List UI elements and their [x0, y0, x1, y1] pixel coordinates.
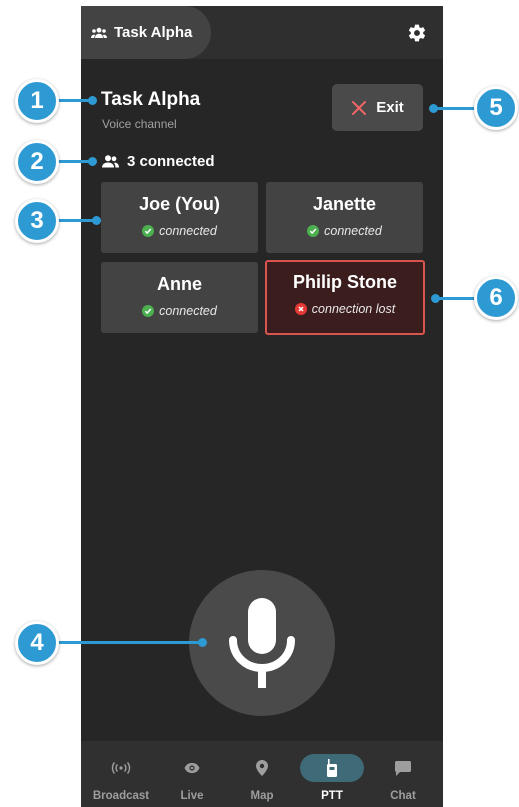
callout-dot [429, 104, 438, 113]
callout-5: 5 [474, 86, 518, 130]
nav-ptt[interactable]: PTT [296, 741, 368, 807]
nav-chat[interactable]: Chat [367, 741, 439, 807]
callout-1: 1 [15, 79, 59, 123]
participant-name: Philip Stone [292, 272, 397, 292]
walkie-talkie-icon [327, 759, 337, 777]
participant-status-text: connection lost [311, 302, 396, 316]
nav-broadcast[interactable]: Broadcast [85, 741, 157, 807]
callout-2: 2 [15, 140, 59, 184]
participant-name: Janette [312, 194, 377, 214]
participant-status: connection lost [294, 302, 396, 316]
task-selector[interactable]: Task Alpha [81, 6, 211, 59]
callout-line [50, 641, 202, 644]
callout-dot [198, 638, 207, 647]
participant-status-text: connected [159, 224, 217, 238]
exit-button-label: Exit [376, 99, 404, 116]
nav-map[interactable]: Map [226, 741, 298, 807]
participant-status: connected [142, 224, 217, 238]
callout-dot [88, 157, 97, 166]
callout-4: 4 [15, 621, 59, 665]
participant-tile-anne[interactable]: Anne connected [101, 262, 258, 333]
push-to-talk-button[interactable] [189, 570, 335, 716]
callout-3: 3 [15, 199, 59, 243]
chat-icon [395, 760, 411, 776]
broadcast-icon [111, 762, 131, 774]
bottom-nav: Broadcast Live Map PTT Chat [81, 741, 443, 807]
callout-dot [92, 216, 101, 225]
task-selector-label: Task Alpha [114, 24, 193, 41]
map-pin-icon [256, 760, 268, 776]
connected-count-text: 3 connected [127, 153, 215, 170]
channel-title: Task Alpha [101, 89, 201, 110]
eye-icon [184, 763, 200, 773]
users-icon [102, 155, 119, 168]
close-icon [352, 100, 367, 115]
nav-map-label: Map [250, 790, 274, 802]
connected-count: 3 connected [102, 153, 215, 170]
participant-status-text: connected [324, 224, 382, 238]
callout-dot [431, 294, 440, 303]
callout-dot [88, 96, 97, 105]
error-icon [294, 303, 307, 315]
nav-ptt-label: PTT [321, 790, 343, 802]
nav-live[interactable]: Live [156, 741, 228, 807]
phone-screen: Task Alpha Task Alpha Voice channel Exit… [81, 6, 443, 807]
channel-subtitle: Voice channel [102, 117, 177, 131]
participant-name: Anne [157, 274, 202, 294]
participant-tile-janette[interactable]: Janette connected [266, 182, 423, 253]
group-icon [91, 27, 107, 38]
check-icon [142, 225, 155, 237]
participant-status: connected [307, 224, 382, 238]
gear-icon[interactable] [407, 23, 427, 43]
participant-tile-joe[interactable]: Joe (You) connected [101, 182, 258, 253]
participant-status: connected [142, 304, 217, 318]
nav-live-label: Live [180, 790, 204, 802]
participant-tile-philip[interactable]: Philip Stone connection lost [265, 260, 425, 335]
microphone-icon [229, 598, 295, 688]
top-bar: Task Alpha [81, 6, 443, 59]
check-icon [142, 305, 155, 317]
check-icon [307, 225, 320, 237]
participant-status-text: connected [159, 304, 217, 318]
exit-button[interactable]: Exit [332, 84, 423, 131]
nav-chat-label: Chat [390, 790, 416, 802]
callout-6: 6 [474, 276, 518, 320]
nav-broadcast-label: Broadcast [92, 790, 150, 802]
participant-name: Joe (You) [139, 194, 220, 214]
